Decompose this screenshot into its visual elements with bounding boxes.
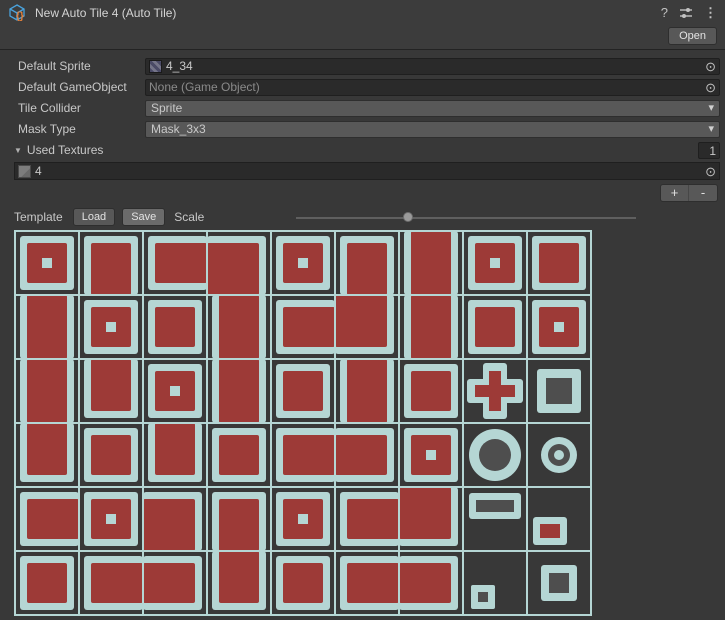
default-gameobject-label: Default GameObject bbox=[18, 80, 145, 94]
foldout-arrow-icon[interactable]: ▼ bbox=[14, 146, 22, 155]
help-icon[interactable]: ? bbox=[661, 6, 668, 20]
default-sprite-label: Default Sprite bbox=[18, 59, 145, 73]
svg-text:{}: {} bbox=[16, 11, 24, 22]
field-row-mask-type: Mask Type Mask_3x3 ▾ bbox=[18, 120, 720, 138]
texture-element-row: 4 ⊙ bbox=[14, 162, 720, 180]
field-row-default-sprite: Default Sprite 4_34 ⊙ bbox=[18, 57, 720, 75]
tile-collider-dropdown[interactable]: Sprite ▾ bbox=[145, 100, 720, 117]
sprite-thumbnail-icon bbox=[149, 60, 162, 73]
open-button[interactable]: Open bbox=[668, 27, 717, 45]
chevron-down-icon: ▾ bbox=[708, 103, 714, 114]
template-label: Template bbox=[14, 210, 63, 224]
scale-label: Scale bbox=[174, 210, 204, 224]
context-menu-icon[interactable]: ⋮ bbox=[704, 6, 717, 20]
auto-tile-template-canvas[interactable] bbox=[14, 230, 592, 616]
default-gameobject-field[interactable]: None (Game Object) ⊙ bbox=[145, 79, 720, 96]
field-row-default-gameobject: Default GameObject None (Game Object) ⊙ bbox=[18, 78, 720, 96]
scale-slider[interactable] bbox=[296, 209, 636, 225]
texture-element-field[interactable]: 4 ⊙ bbox=[14, 162, 720, 180]
scale-slider-handle[interactable] bbox=[403, 212, 413, 222]
chevron-down-icon: ▾ bbox=[708, 124, 714, 135]
mask-type-dropdown[interactable]: Mask_3x3 ▾ bbox=[145, 121, 720, 138]
object-picker-icon[interactable]: ⊙ bbox=[701, 81, 716, 94]
inspector-body: Default Sprite 4_34 ⊙ Default GameObject… bbox=[0, 57, 725, 616]
texture-name: 4 bbox=[35, 164, 42, 178]
window-title: New Auto Tile 4 (Auto Tile) bbox=[35, 6, 661, 20]
object-picker-icon[interactable]: ⊙ bbox=[701, 165, 716, 178]
tile-template-image[interactable] bbox=[14, 230, 592, 616]
object-picker-icon[interactable]: ⊙ bbox=[701, 60, 716, 73]
title-row: {} New Auto Tile 4 (Auto Tile) ? ⋮ bbox=[0, 0, 725, 26]
tile-collider-label: Tile Collider bbox=[18, 101, 145, 115]
add-texture-button[interactable]: + bbox=[661, 185, 689, 201]
used-textures-count-field[interactable]: 1 bbox=[698, 142, 720, 159]
presets-icon[interactable] bbox=[679, 6, 693, 20]
template-toolbar: Template Load Save Scale bbox=[14, 208, 725, 226]
remove-texture-button[interactable]: - bbox=[689, 185, 717, 201]
used-textures-label: Used Textures bbox=[27, 143, 698, 157]
tile-collider-value: Sprite bbox=[151, 101, 182, 115]
texture-thumbnail-icon bbox=[18, 165, 31, 178]
used-textures-foldout[interactable]: ▼ Used Textures 1 bbox=[14, 141, 720, 159]
scale-slider-track[interactable] bbox=[296, 217, 636, 219]
default-sprite-value: 4_34 bbox=[166, 59, 193, 73]
field-row-tile-collider: Tile Collider Sprite ▾ bbox=[18, 99, 720, 117]
mask-type-value: Mask_3x3 bbox=[151, 122, 206, 136]
header-actions: ? ⋮ bbox=[661, 6, 717, 20]
list-controls: + - bbox=[0, 184, 718, 202]
auto-tile-asset-icon: {} bbox=[8, 3, 28, 23]
default-sprite-field[interactable]: 4_34 ⊙ bbox=[145, 58, 720, 75]
save-button[interactable]: Save bbox=[122, 208, 165, 226]
load-button[interactable]: Load bbox=[73, 208, 115, 226]
open-row: Open bbox=[0, 26, 725, 46]
mask-type-label: Mask Type bbox=[18, 122, 145, 136]
add-remove-group: + - bbox=[660, 184, 718, 202]
default-gameobject-value: None (Game Object) bbox=[149, 80, 260, 94]
inspector-header: {} New Auto Tile 4 (Auto Tile) ? ⋮ Open bbox=[0, 0, 725, 50]
